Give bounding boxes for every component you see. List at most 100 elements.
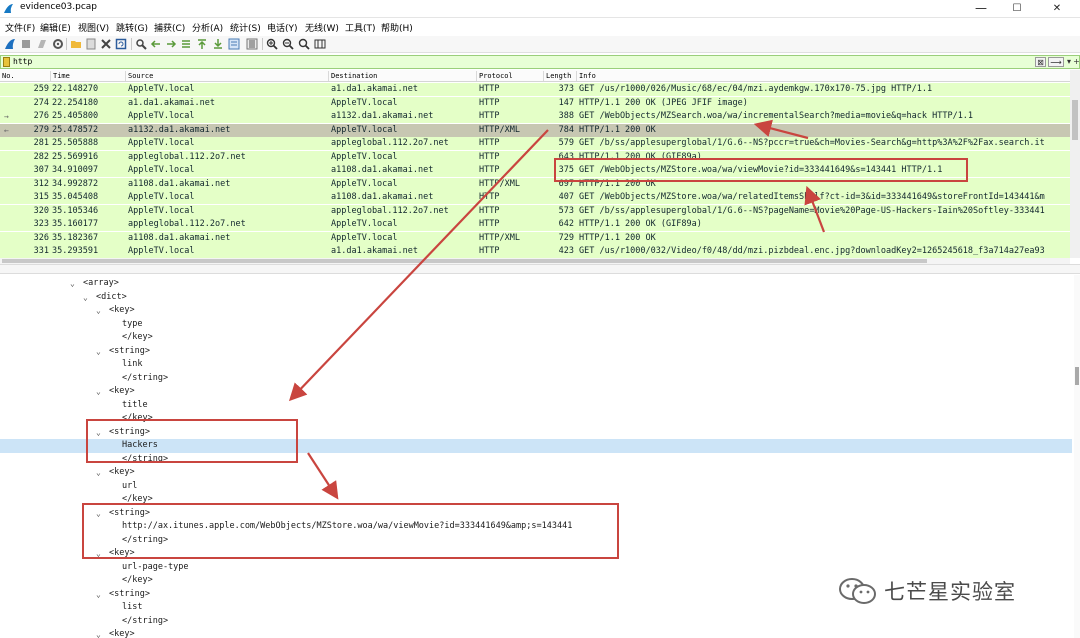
packet-row[interactable]: 331 35.293591 AppleTV.local a1.da1.akamai.n… [0, 245, 1070, 258]
expand-chevron-icon[interactable]: ⌄ [70, 277, 75, 291]
tree-node[interactable]: ⌄ <string> [0, 426, 1072, 440]
tree-node[interactable]: link [0, 358, 1072, 372]
packet-row[interactable]: 307 34.910097 AppleTV.local a1108.da1.akama… [0, 164, 1070, 177]
menu-help[interactable]: 帮助(H) [381, 21, 413, 34]
reload-icon[interactable] [115, 38, 127, 50]
tree-node[interactable]: url-page-type [0, 561, 1072, 575]
scroll-thumb[interactable] [1072, 100, 1078, 140]
goto-packet-icon[interactable] [180, 38, 192, 50]
options-gear-icon[interactable] [52, 38, 64, 50]
column-header-no[interactable]: No. [0, 71, 15, 81]
tree-node[interactable]: ⌄ <key> [0, 628, 1072, 638]
close-button[interactable]: ✕ [1040, 0, 1074, 18]
forward-icon[interactable] [165, 38, 177, 50]
zoom-out-icon[interactable] [282, 38, 294, 50]
column-header-protocol[interactable]: Protocol [476, 71, 513, 81]
tree-node[interactable]: </string> [0, 372, 1072, 386]
packet-row[interactable]: → 276 25.405800 AppleTV.local a1132.da1.akam… [0, 110, 1070, 123]
restart-icon[interactable] [36, 38, 48, 50]
filter-history-dropdown[interactable]: ▾ [1065, 57, 1073, 67]
back-icon[interactable] [150, 38, 162, 50]
menu-view[interactable]: 视图(V) [78, 21, 109, 34]
expand-chevron-icon[interactable]: ⌄ [96, 588, 101, 602]
expand-chevron-icon[interactable]: ⌄ [96, 426, 101, 440]
filter-bookmark-icon[interactable] [3, 57, 10, 67]
menu-edit[interactable]: 编辑(E) [40, 21, 71, 34]
tree-node[interactable]: url [0, 480, 1072, 494]
tree-node[interactable]: </key> [0, 412, 1072, 426]
column-header-length[interactable]: Length [543, 71, 571, 81]
colorize-icon[interactable] [246, 38, 258, 50]
tree-node[interactable]: ⌄ <array> [0, 277, 1072, 291]
pane-splitter[interactable] [0, 264, 1080, 274]
packet-list-vertical-scrollbar[interactable] [1070, 70, 1080, 258]
tree-node[interactable]: ⌄ <key> [0, 385, 1072, 399]
tree-node[interactable]: </key> [0, 331, 1072, 345]
tree-node[interactable]: ⌄ <key> [0, 304, 1072, 318]
expand-chevron-icon[interactable]: ⌄ [96, 547, 101, 561]
first-packet-icon[interactable] [196, 38, 208, 50]
maximize-button[interactable]: ☐ [1000, 0, 1034, 18]
expand-chevron-icon[interactable]: ⌄ [96, 385, 101, 399]
tree-node[interactable]: </string> [0, 453, 1072, 467]
packet-row[interactable]: 312 34.992872 a1108.da1.akamai.net AppleTV.… [0, 177, 1070, 191]
packet-row[interactable]: 274 22.254180 a1.da1.akamai.net AppleTV.loc… [0, 96, 1070, 110]
packet-row[interactable]: 282 25.569916 appleglobal.112.2o7.net Apple… [0, 150, 1070, 164]
tree-node[interactable]: http://ax.itunes.apple.com/WebObjects/MZ… [0, 520, 1072, 534]
expand-chevron-icon[interactable]: ⌄ [96, 304, 101, 318]
packet-row[interactable]: ← 279 25.478572 a1132.da1.akamai.net AppleTV… [0, 123, 1070, 137]
scroll-thumb[interactable] [1075, 367, 1079, 385]
apply-filter-button[interactable]: ⟶ [1048, 57, 1064, 67]
menu-capture[interactable]: 捕获(C) [154, 21, 185, 34]
column-header-destination[interactable]: Destination [328, 71, 377, 81]
tree-node[interactable]: ⌄ <key> [0, 466, 1072, 480]
tree-node[interactable]: ⌄ <key> [0, 547, 1072, 561]
tree-node[interactable]: ⌄ <dict> [0, 291, 1072, 305]
menu-tools[interactable]: 工具(T) [345, 21, 376, 34]
find-icon[interactable] [135, 38, 147, 50]
packet-row[interactable]: 320 35.105346 AppleTV.local appleglobal.112… [0, 204, 1070, 218]
open-folder-icon[interactable] [70, 38, 82, 50]
tree-node[interactable]: title [0, 399, 1072, 413]
tree-node[interactable]: </string> [0, 534, 1072, 548]
menu-statistics[interactable]: 统计(S) [230, 21, 261, 34]
save-file-icon[interactable] [85, 38, 97, 50]
packet-row[interactable]: 323 35.160177 appleglobal.112.2o7.net Apple… [0, 218, 1070, 231]
column-header-source[interactable]: Source [125, 71, 153, 81]
zoom-reset-icon[interactable] [298, 38, 310, 50]
tree-node[interactable]: ⌄ <string> [0, 345, 1072, 359]
column-header-time[interactable]: Time [50, 71, 70, 81]
clear-filter-button[interactable]: ⊠ [1035, 57, 1046, 67]
shark-fin-start-icon[interactable] [4, 38, 16, 50]
stop-icon[interactable] [20, 38, 32, 50]
menu-wireless[interactable]: 无线(W) [305, 21, 339, 34]
menu-file[interactable]: 文件(F) [5, 21, 35, 34]
packet-row[interactable]: 281 25.505888 AppleTV.local appleglobal.112… [0, 137, 1070, 150]
tree-node[interactable]: Hackers [0, 439, 1072, 453]
details-vertical-scrollbar[interactable] [1074, 275, 1080, 638]
expand-chevron-icon[interactable]: ⌄ [96, 507, 101, 521]
zoom-in-icon[interactable] [266, 38, 278, 50]
tree-node[interactable]: </string> [0, 615, 1072, 629]
close-file-icon[interactable] [100, 38, 112, 50]
column-header-info[interactable]: Info [576, 71, 596, 81]
packet-row[interactable]: 259 22.148270 AppleTV.local a1.da1.akamai.n… [0, 83, 1070, 96]
packet-row[interactable]: 315 35.045408 AppleTV.local a1108.da1.akama… [0, 191, 1070, 204]
last-packet-icon[interactable] [212, 38, 224, 50]
menu-analyze[interactable]: 分析(A) [192, 21, 223, 34]
expand-chevron-icon[interactable]: ⌄ [96, 628, 101, 638]
minimize-button[interactable]: — [964, 0, 998, 18]
tree-node[interactable]: ⌄ <string> [0, 507, 1072, 521]
tree-node[interactable]: type [0, 318, 1072, 332]
scroll-thumb[interactable] [2, 259, 927, 263]
add-filter-button[interactable]: + [1073, 57, 1080, 67]
menu-go[interactable]: 跳转(G) [116, 21, 148, 34]
autoscroll-icon[interactable] [228, 38, 240, 50]
resize-columns-icon[interactable] [314, 38, 326, 50]
menu-telephony[interactable]: 电话(Y) [267, 21, 298, 34]
expand-chevron-icon[interactable]: ⌄ [96, 345, 101, 359]
tree-node[interactable]: </key> [0, 493, 1072, 507]
expand-chevron-icon[interactable]: ⌄ [83, 291, 88, 305]
packet-row[interactable]: 326 35.182367 a1108.da1.akamai.net AppleTV.… [0, 231, 1070, 245]
display-filter-input[interactable]: http [13, 56, 32, 68]
